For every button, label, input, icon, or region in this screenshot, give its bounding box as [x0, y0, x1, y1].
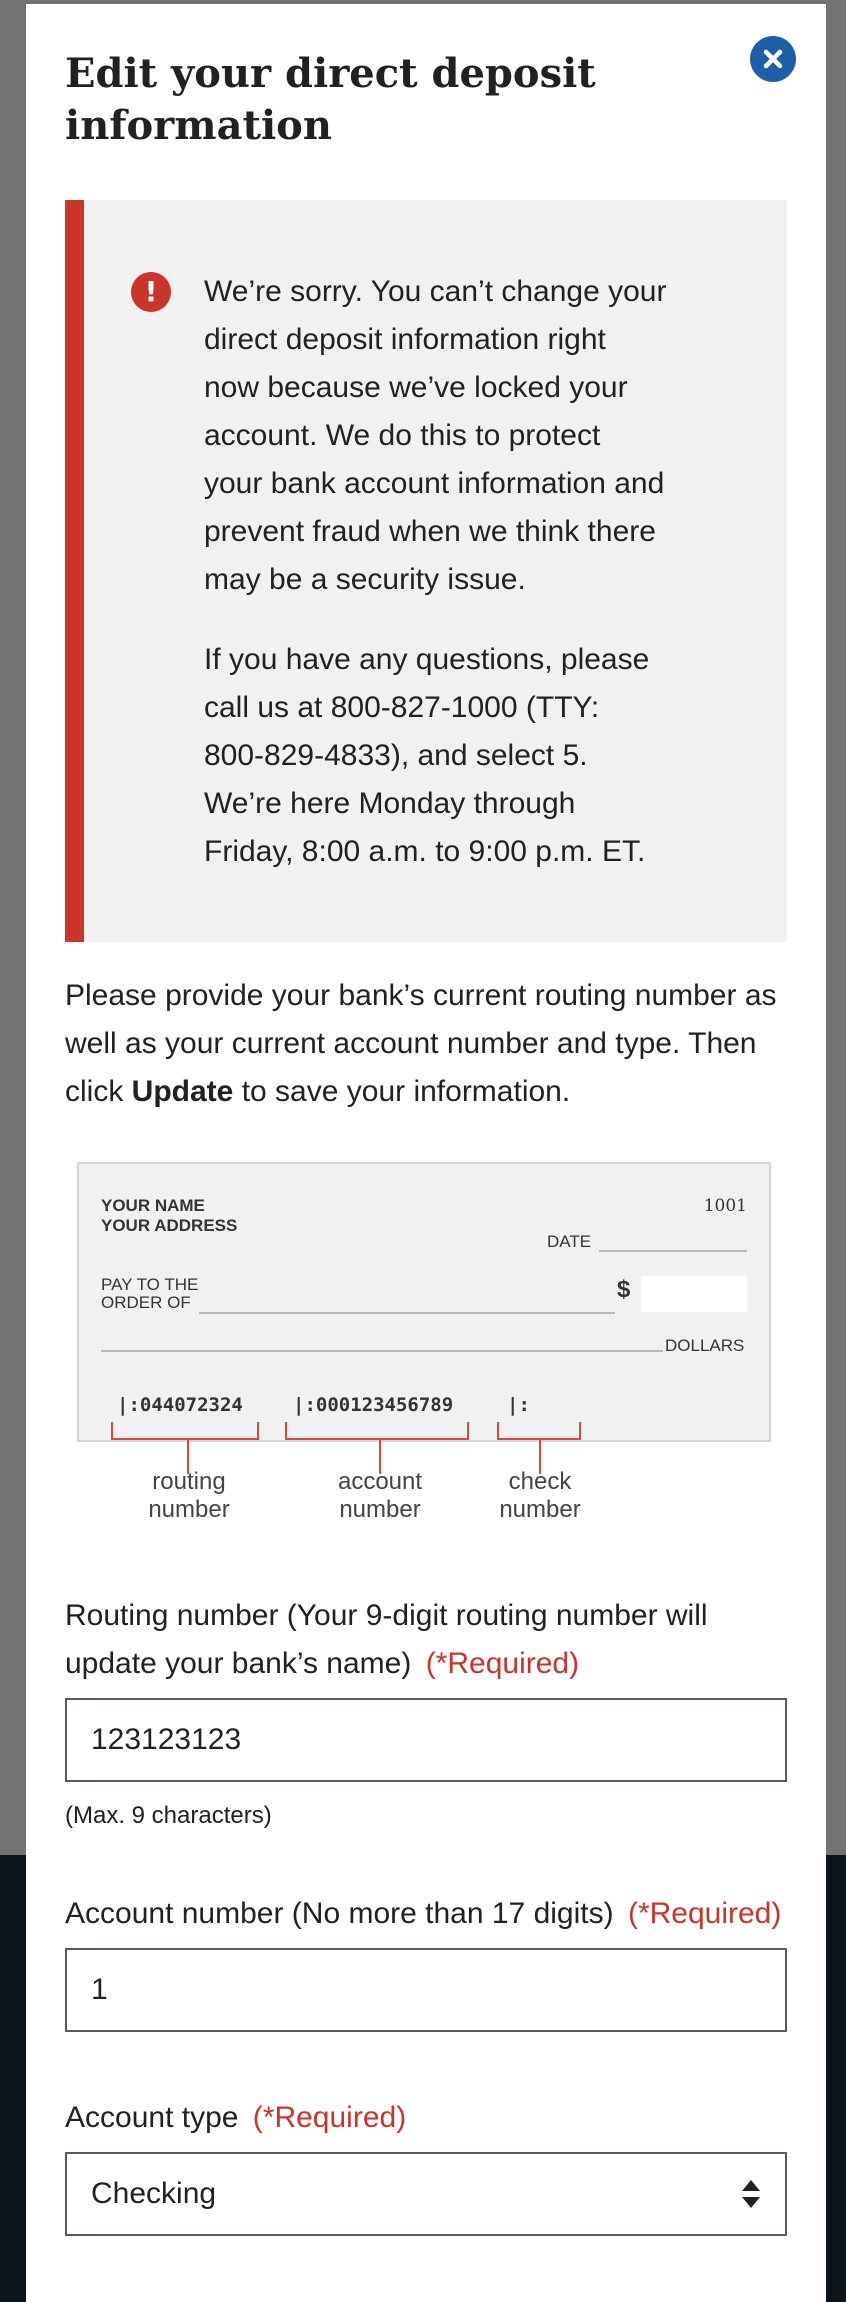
account-micr: |:000123456789	[293, 1394, 454, 1416]
account-type-selected: Checking	[91, 2177, 217, 2210]
alert-paragraph-contact: If you have any questions, please call u…	[204, 643, 650, 868]
routing-number-group: Routing number (Your 9-digit routing num…	[65, 1592, 787, 1830]
account-number-label: Account number (No more than 17 digits) …	[65, 1897, 781, 1930]
sample-check: YOUR NAME YOUR ADDRESS 1001 DATE PAY TO …	[77, 1162, 771, 1442]
caption-account-line2: number	[339, 1496, 421, 1523]
routing-required-marker: (*Required)	[425, 1647, 580, 1680]
account-number-group: Account number (No more than 17 digits) …	[65, 1890, 787, 2032]
account-type-select[interactable]: Checking	[65, 2152, 787, 2236]
account-type-required-marker: (*Required)	[252, 2101, 407, 2134]
routing-number-label-text: Routing number (Your 9-digit routing num…	[65, 1599, 708, 1680]
modal-title: Edit your direct deposit information	[65, 50, 596, 149]
close-icon	[763, 49, 783, 69]
routing-number-input[interactable]: 123123123	[65, 1698, 787, 1782]
check-name: YOUR NAME	[101, 1196, 205, 1215]
caption-routing-number: routing number	[129, 1468, 249, 1524]
caption-account-number: account number	[320, 1468, 440, 1524]
intro-text: Please provide your bank’s current routi…	[65, 972, 787, 1116]
check-number: 1001	[703, 1196, 747, 1216]
account-number-input[interactable]: 1	[65, 1948, 787, 2032]
caption-routing-line2: number	[148, 1496, 230, 1523]
direct-deposit-modal: Edit your direct deposit information ! W…	[26, 4, 826, 2302]
check-dollars-label: DOLLARS	[665, 1336, 745, 1355]
account-number-label-text: Account number (No more than 17 digits)	[65, 1897, 614, 1930]
close-button[interactable]	[750, 36, 796, 82]
account-type-label: Account type (*Required)	[65, 2101, 406, 2134]
account-type-group: Account type (*Required) Checking	[65, 2094, 787, 2236]
routing-number-label: Routing number (Your 9-digit routing num…	[65, 1599, 708, 1680]
routing-micr: |:044072324	[117, 1394, 243, 1416]
alert-paragraph-locked: We’re sorry. You can’t change your direc…	[204, 275, 667, 596]
check-address: YOUR ADDRESS	[101, 1216, 238, 1235]
account-required-marker: (*Required)	[627, 1897, 782, 1930]
caption-check-line2: number	[499, 1496, 581, 1523]
select-arrows-icon	[742, 2180, 760, 2208]
account-type-label-text: Account type	[65, 2101, 239, 2134]
check-dollar-sign: $	[617, 1276, 631, 1303]
intro-text-end: to save your information.	[233, 1075, 571, 1108]
error-alert: ! We’re sorry. You can’t change your dir…	[65, 200, 787, 942]
check-illustration: YOUR NAME YOUR ADDRESS 1001 DATE PAY TO …	[65, 1162, 787, 1532]
check-pay-to-line1: PAY TO THE	[101, 1275, 199, 1294]
routing-number-hint: (Max. 9 characters)	[65, 1802, 272, 1829]
intro-text-update: Update	[131, 1075, 234, 1108]
caption-account-line1: account	[337, 1468, 423, 1495]
check-date-label: DATE	[547, 1232, 592, 1251]
caption-routing-line1: routing	[152, 1468, 226, 1495]
error-icon: !	[131, 272, 171, 312]
caption-check-line1: check	[508, 1468, 572, 1495]
check-micr: |:	[507, 1394, 530, 1416]
caption-check-number: check number	[480, 1468, 600, 1524]
check-pay-to-line2: ORDER OF	[101, 1293, 191, 1312]
check-amount-box	[641, 1276, 747, 1312]
